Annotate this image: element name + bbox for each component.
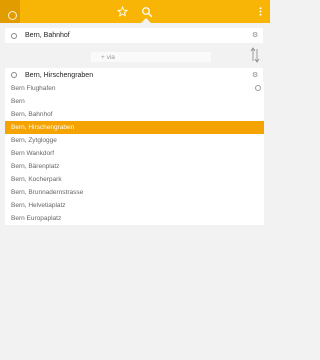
list-item[interactable]: Bern Wankdorf	[5, 147, 264, 160]
list-item[interactable]: Bern Europaplatz	[5, 212, 264, 225]
add-via-button[interactable]: + via	[91, 52, 211, 62]
list-item[interactable]: Bern, Bärenplatz	[5, 160, 264, 173]
origin-radio-icon	[11, 32, 17, 39]
history-icon	[255, 85, 261, 91]
swap-icon[interactable]	[250, 45, 260, 65]
gear-icon[interactable]: ⚙	[252, 71, 258, 79]
more-vertical-icon[interactable]	[255, 0, 265, 23]
list-item[interactable]: Bern, Kocherpark	[5, 173, 264, 186]
list-item[interactable]: Bern, Bahnhof	[5, 108, 264, 121]
suggestions-list: Bern Flughafen Bern Bern, Bahnhof Bern, …	[5, 82, 264, 225]
list-item-selected[interactable]: Bern, Hirschengraben	[5, 121, 264, 134]
gear-icon[interactable]: ⚙	[252, 31, 258, 39]
to-input[interactable]: Bern, Hirschengraben	[25, 72, 93, 79]
location-icon[interactable]	[0, 0, 20, 23]
list-item[interactable]: Bern	[5, 95, 264, 108]
active-tab-indicator	[141, 18, 151, 23]
destination-radio-icon	[11, 72, 17, 78]
list-item[interactable]: Bern, Helvetiaplatz	[5, 199, 264, 212]
from-input[interactable]: Bern, Bahnhof	[25, 32, 70, 39]
star-icon[interactable]	[114, 0, 130, 23]
list-item[interactable]: Bern, Zytglogge	[5, 134, 264, 147]
list-item[interactable]: Bern, Brunnadernstrasse	[5, 186, 264, 199]
list-item[interactable]: Bern Flughafen	[5, 82, 264, 95]
via-label: + via	[101, 53, 115, 61]
from-field[interactable]: Bern, Bahnhof ⚙	[5, 28, 263, 43]
top-toolbar	[0, 0, 270, 23]
to-field[interactable]: Bern, Hirschengraben ⚙	[5, 68, 263, 82]
